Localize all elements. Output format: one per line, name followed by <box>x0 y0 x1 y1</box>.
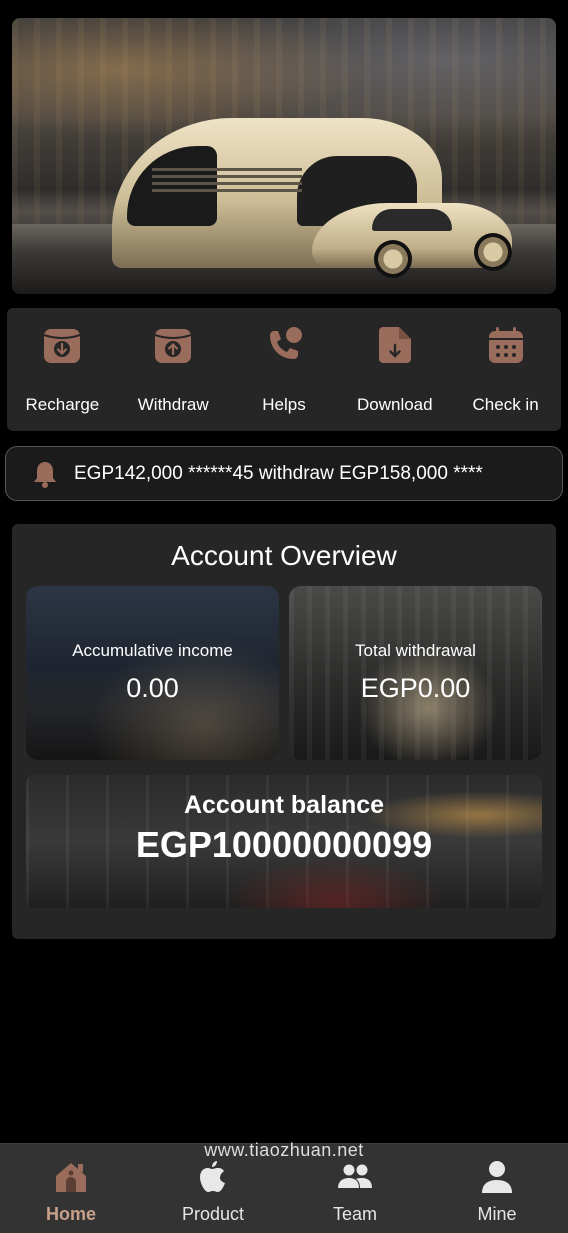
calendar-icon <box>488 327 523 363</box>
withdraw-button[interactable]: Withdraw <box>118 308 229 431</box>
account-overview: Account Overview Accumulative income 0.0… <box>12 524 556 939</box>
recharge-label: Recharge <box>25 395 100 414</box>
tab-team-label: Team <box>332 1204 377 1224</box>
banner-wheel <box>374 240 412 278</box>
download-label: Download <box>356 395 433 414</box>
account-balance-label: Account balance <box>183 791 385 819</box>
team-icon <box>338 1164 372 1188</box>
apple-icon <box>200 1161 225 1192</box>
account-balance-value: EGP10000000099 <box>135 824 433 865</box>
account-balance-card: Account balance EGP10000000099 <box>26 775 542 908</box>
tab-home-label: Home <box>45 1204 96 1224</box>
hero-banner <box>12 18 556 294</box>
overview-title: Account Overview <box>171 540 397 571</box>
total-withdrawal-value: EGP0.00 <box>360 673 471 703</box>
home-icon <box>56 1163 86 1192</box>
tab-product-label: Product <box>181 1204 245 1224</box>
tab-mine-label: Mine <box>477 1204 517 1224</box>
accumulative-income-value: 0.00 <box>126 673 179 703</box>
download-button[interactable]: Download <box>339 308 450 431</box>
recharge-button[interactable]: Recharge <box>7 308 118 431</box>
helps-button[interactable]: Helps <box>229 308 340 431</box>
banner-wheel <box>474 233 512 271</box>
total-withdrawal-card: Total withdrawal EGP0.00 <box>289 586 542 760</box>
notice-marquee[interactable]: EGP142,000 ******45 withdraw EGP158,000 … <box>5 446 563 501</box>
bell-icon <box>34 461 56 488</box>
withdraw-label: Withdraw <box>137 395 209 414</box>
file-download-icon <box>378 327 411 363</box>
check-in-button[interactable]: Check in <box>450 308 561 431</box>
accumulative-income-label: Accumulative income <box>72 641 233 660</box>
user-icon <box>482 1161 512 1193</box>
upload-box-icon <box>154 329 192 363</box>
notice-text: EGP142,000 ******45 withdraw EGP158,000 … <box>74 462 483 484</box>
download-box-icon <box>44 329 81 363</box>
phone-chat-icon <box>269 327 302 359</box>
quick-actions: Recharge Withdraw Helps Download Check i… <box>7 308 561 431</box>
accumulative-income-card: Accumulative income 0.00 <box>26 586 279 760</box>
total-withdrawal-label: Total withdrawal <box>355 641 476 660</box>
check-in-label: Check in <box>472 395 539 414</box>
helps-label: Helps <box>262 395 306 414</box>
watermark: www.tiaozhuan.net <box>204 1140 364 1160</box>
